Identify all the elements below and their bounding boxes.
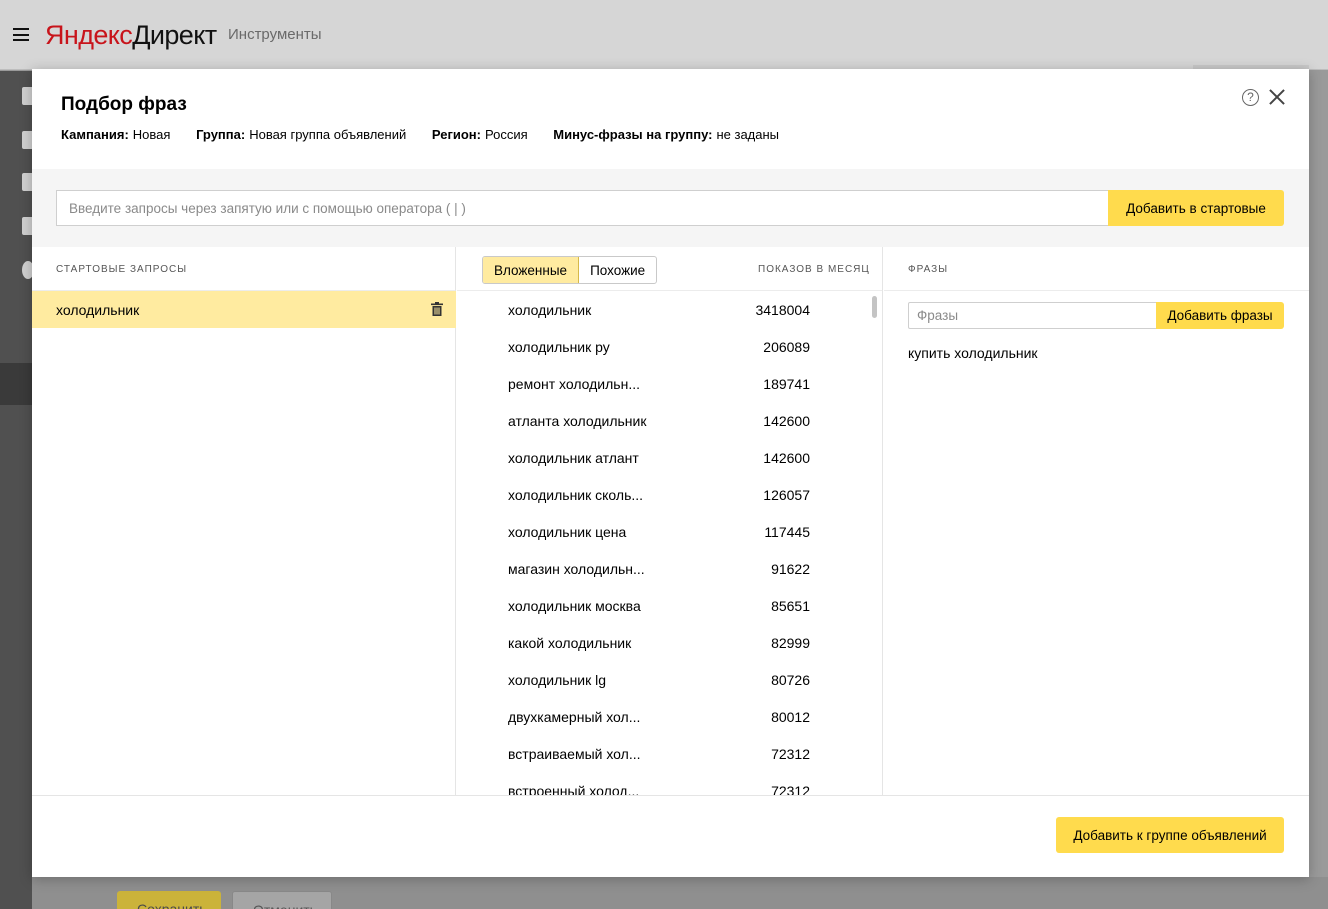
suggestion-row[interactable]: холодильник ру 206089 [457,328,882,365]
meta-minus-phrases-label: Минус-фразы на группу: [553,127,713,142]
suggestion-query: какой холодильник [508,635,632,651]
suggestion-row[interactable]: магазин холодильн... 91622 [457,550,882,587]
suggestion-query: холодильник ру [508,339,610,355]
suggestion-query: встроенный холод... [508,783,640,795]
suggestion-query: холодильник цена [508,524,627,540]
suggestion-count: 91622 [771,561,810,577]
suggestion-count: 206089 [763,339,810,355]
suggestion-count: 72312 [771,746,810,762]
app-header: ЯндексДирект Инструменты [0,0,1328,70]
suggestion-count: 117445 [764,524,810,540]
suggestion-row[interactable]: встраиваемый хол... 72312 [457,735,882,772]
suggestion-count: 189741 [763,376,810,392]
suggestion-row[interactable]: холодильник атлант 142600 [457,439,882,476]
suggestion-query: холодильник lg [508,672,607,688]
meta-campaign-label: Кампания: [61,127,129,142]
suggestion-row[interactable]: холодильник цена 117445 [457,513,882,550]
phrase-picker-modal: Подбор фраз ? Кампания: Новая Группа: Нова… [32,69,1309,877]
menu-icon[interactable] [13,28,29,41]
suggestion-query: холодильник москва [508,598,641,614]
views-per-month-caption: Показов в месяц [758,264,870,275]
add-to-start-button[interactable]: Добавить в стартовые [1108,190,1284,226]
suggestion-row[interactable]: холодильник 3418004 [457,291,882,328]
suggestions-header: Вложенные Похожие Показов в месяц [457,247,882,291]
yandex-direct-logo[interactable]: ЯндексДирект [45,20,217,51]
trash-icon[interactable] [431,302,443,316]
meta-region: Регион: Россия [432,127,528,142]
suggestion-query: атланта холодильник [508,413,647,429]
meta-group-label: Группа: [196,127,246,142]
suggestion-query: встраиваемый хол... [508,746,641,762]
suggestion-count: 72312 [771,783,810,795]
meta-minus-phrases: Минус-фразы на группу: не заданы [553,127,779,142]
cancel-button[interactable]: Отменить [232,891,332,909]
save-button[interactable]: Сохранить [117,891,221,909]
suggestion-count: 82999 [771,635,810,651]
meta-region-value: Россия [484,127,528,142]
suggestion-query: холодильник [508,302,592,318]
modal-meta: Кампания: Новая Группа: Новая группа объяв… [61,127,801,142]
suggestion-row[interactable]: встроенный холод... 72312 [457,772,882,795]
suggestion-query: ремонт холодильн... [508,376,640,392]
meta-group-value: Новая группа объявлений [249,127,407,142]
modal-title: Подбор фраз [61,94,187,115]
suggestion-row[interactable]: атланта холодильник 142600 [457,402,882,439]
logo-direct: Директ [132,20,217,50]
suggestion-count: 85651 [771,598,810,614]
suggestion-count: 3418004 [755,302,810,318]
help-icon[interactable]: ? [1242,89,1259,106]
meta-campaign: Кампания: Новая [61,127,170,142]
side-rail [0,71,34,909]
meta-minus-phrases-value: не заданы [716,127,780,142]
meta-campaign-value: Новая [132,127,171,142]
phrases-column: Фразы Добавить фразы купить холодильник [884,247,1309,795]
nav-tools-link[interactable]: Инструменты [228,26,322,43]
close-icon[interactable] [1268,88,1285,105]
suggestion-row[interactable]: холодильник сколь... 126057 [457,476,882,513]
suggestion-count: 126057 [763,487,810,503]
suggestion-query: двухкамерный хол... [508,709,641,725]
start-query-item[interactable]: холодильник [32,291,456,328]
start-queries-header: Стартовые запросы [32,247,455,291]
start-query-text: холодильник [56,302,140,318]
tab-nested[interactable]: Вложенные [483,257,580,283]
suggestion-count: 142600 [763,450,810,466]
background-footer [32,877,1328,909]
search-band: Добавить в стартовые [32,169,1309,247]
suggestion-row[interactable]: двухкамерный хол... 80012 [457,698,882,735]
phrases-header: Фразы [884,247,1309,291]
tab-similar[interactable]: Похожие [579,257,656,283]
suggestion-count: 80726 [771,672,810,688]
suggestion-query: магазин холодильн... [508,561,645,577]
suggestion-row[interactable]: холодильник москва 85651 [457,587,882,624]
suggestion-row[interactable]: холодильник lg 80726 [457,661,882,698]
queries-input[interactable] [56,190,1109,226]
suggestion-query: холодильник атлант [508,450,639,466]
logo-yandex: Яндекс [45,20,133,50]
suggestions-list: холодильник 3418004 холодильник ру 206089 ре… [457,291,882,795]
meta-group: Группа: Новая группа объявлений [196,127,406,142]
modal-footer: Добавить к группе объявлений [32,795,1309,877]
background-right [1309,71,1328,909]
suggestion-query: холодильник сколь... [508,487,644,503]
add-phrases-button[interactable]: Добавить фразы [1156,302,1284,329]
suggestion-count: 142600 [763,413,810,429]
suggestions-column: Вложенные Похожие Показов в месяц холоди… [457,247,883,795]
phrases-input[interactable] [908,302,1157,329]
start-queries-caption: Стартовые запросы [56,264,188,275]
add-to-ad-group-button[interactable]: Добавить к группе объявлений [1056,817,1284,853]
phrases-caption: Фразы [908,264,949,275]
suggestion-row[interactable]: ремонт холодильн... 189741 [457,365,882,402]
start-queries-column: Стартовые запросы холодильник [32,247,456,795]
suggestion-count: 80012 [771,709,810,725]
suggestions-tabs: Вложенные Похожие [482,256,658,284]
rail-edit-item[interactable] [0,363,32,405]
suggestions-scrollbar[interactable] [872,296,877,318]
phrase-item[interactable]: купить холодильник [908,345,1038,361]
meta-region-label: Регион: [431,127,481,142]
suggestion-row[interactable]: какой холодильник 82999 [457,624,882,661]
